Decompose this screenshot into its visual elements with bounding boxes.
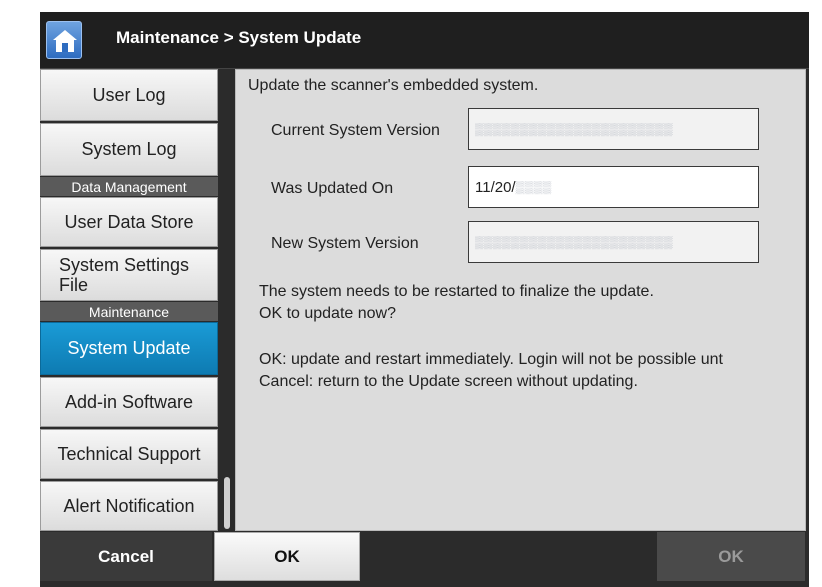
sidebar-scrollbar[interactable]: [223, 69, 231, 531]
app-window: Maintenance > System Update User Log Sys…: [40, 12, 809, 587]
instruction-note: OK: update and restart immediately. Logi…: [259, 349, 804, 393]
instruction-note-line2: Cancel: return to the Update screen with…: [259, 373, 638, 390]
current-version-label: Current System Version: [271, 122, 440, 139]
sidebar-item-label: Add-in Software: [64, 391, 194, 412]
ok-disabled-button: OK: [657, 532, 805, 581]
sidebar-item-add-in-software[interactable]: Add-in Software: [40, 377, 218, 427]
section-header-data-management: Data Management: [40, 177, 218, 196]
section-label: Maintenance: [88, 303, 170, 320]
updated-on-value: 11/20/: [475, 178, 516, 196]
sidebar-item-label: System Settings File: [59, 255, 190, 295]
instruction-note-line1: OK: update and restart immediately. Logi…: [259, 351, 723, 368]
restart-message-line2: OK to update now?: [259, 305, 396, 322]
restart-message-line1: The system needs to be restarted to fina…: [259, 283, 654, 300]
sidebar-item-system-update[interactable]: System Update: [40, 322, 218, 375]
updated-on-field: 11/20/▒▒▒▒: [468, 166, 759, 208]
sidebar-item-user-log[interactable]: User Log: [40, 69, 218, 121]
sidebar-item-label: User Data Store: [64, 211, 194, 232]
restart-message: The system needs to be restarted to fina…: [259, 281, 654, 325]
sidebar-item-technical-support[interactable]: Technical Support: [40, 429, 218, 479]
new-version-label: New System Version: [271, 235, 419, 252]
home-button[interactable]: [46, 21, 82, 59]
updated-on-label: Was Updated On: [271, 180, 394, 197]
sidebar-item-alert-notification[interactable]: Alert Notification: [40, 481, 218, 531]
section-label: Data Management: [71, 178, 187, 195]
sidebar-item-user-data-store[interactable]: User Data Store: [40, 197, 218, 247]
sidebar-item-label: System Log: [81, 139, 177, 159]
section-header-maintenance: Maintenance: [40, 302, 218, 321]
current-version-blurred: ▒▒▒▒▒▒▒▒▒▒▒▒▒▒▒▒▒▒▒▒▒▒: [475, 122, 674, 136]
new-version-blurred: ▒▒▒▒▒▒▒▒▒▒▒▒▒▒▒▒▒▒▒▒▒▒: [475, 235, 674, 249]
sidebar-item-label: Alert Notification: [63, 495, 195, 516]
home-icon: [53, 30, 77, 52]
header-bar: Maintenance > System Update: [40, 12, 809, 69]
sidebar-item-label: System Update: [67, 338, 191, 358]
new-version-field: ▒▒▒▒▒▒▒▒▒▒▒▒▒▒▒▒▒▒▒▒▒▒: [468, 221, 759, 263]
ok-button[interactable]: OK: [214, 532, 360, 581]
cancel-button[interactable]: Cancel: [40, 532, 212, 581]
sidebar-scroll-thumb[interactable]: [224, 477, 230, 529]
sidebar: User Log System Log Data Management User…: [40, 69, 220, 531]
footer-bar: Cancel OK OK: [40, 532, 809, 587]
main-panel: Update the scanner's embedded system. Cu…: [235, 69, 806, 531]
sidebar-item-system-log[interactable]: System Log: [40, 123, 218, 176]
intro-text: Update the scanner's embedded system.: [248, 77, 539, 94]
sidebar-item-label: Technical Support: [57, 443, 201, 464]
current-version-field: ▒▒▒▒▒▒▒▒▒▒▒▒▒▒▒▒▒▒▒▒▒▒: [468, 108, 759, 150]
page-title: Maintenance > System Update: [116, 28, 362, 47]
sidebar-item-system-settings-file[interactable]: System Settings File: [40, 249, 218, 301]
updated-on-blurred: ▒▒▒▒: [515, 180, 552, 194]
sidebar-item-label: User Log: [92, 84, 166, 105]
